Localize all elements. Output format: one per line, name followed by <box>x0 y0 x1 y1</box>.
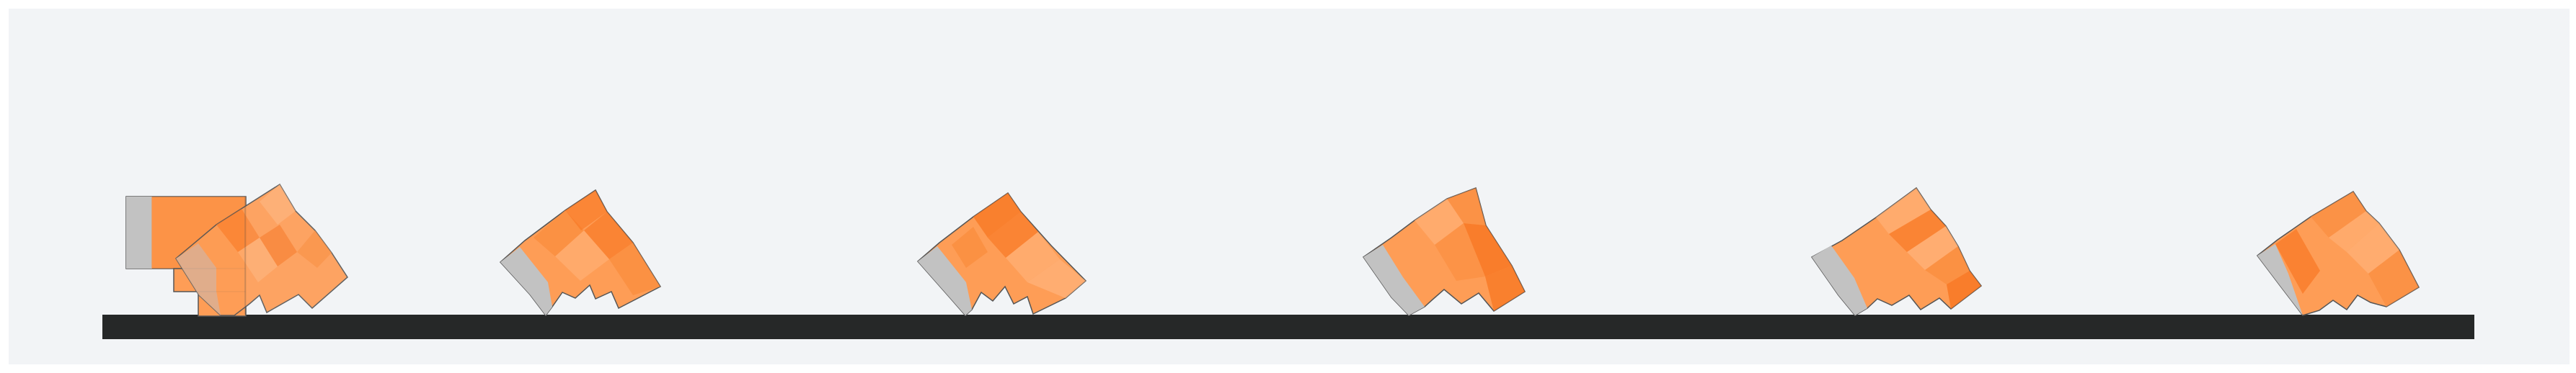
ground-bar <box>102 315 2474 339</box>
diagram-canvas <box>9 9 2570 364</box>
diagram-panel <box>9 9 2570 364</box>
